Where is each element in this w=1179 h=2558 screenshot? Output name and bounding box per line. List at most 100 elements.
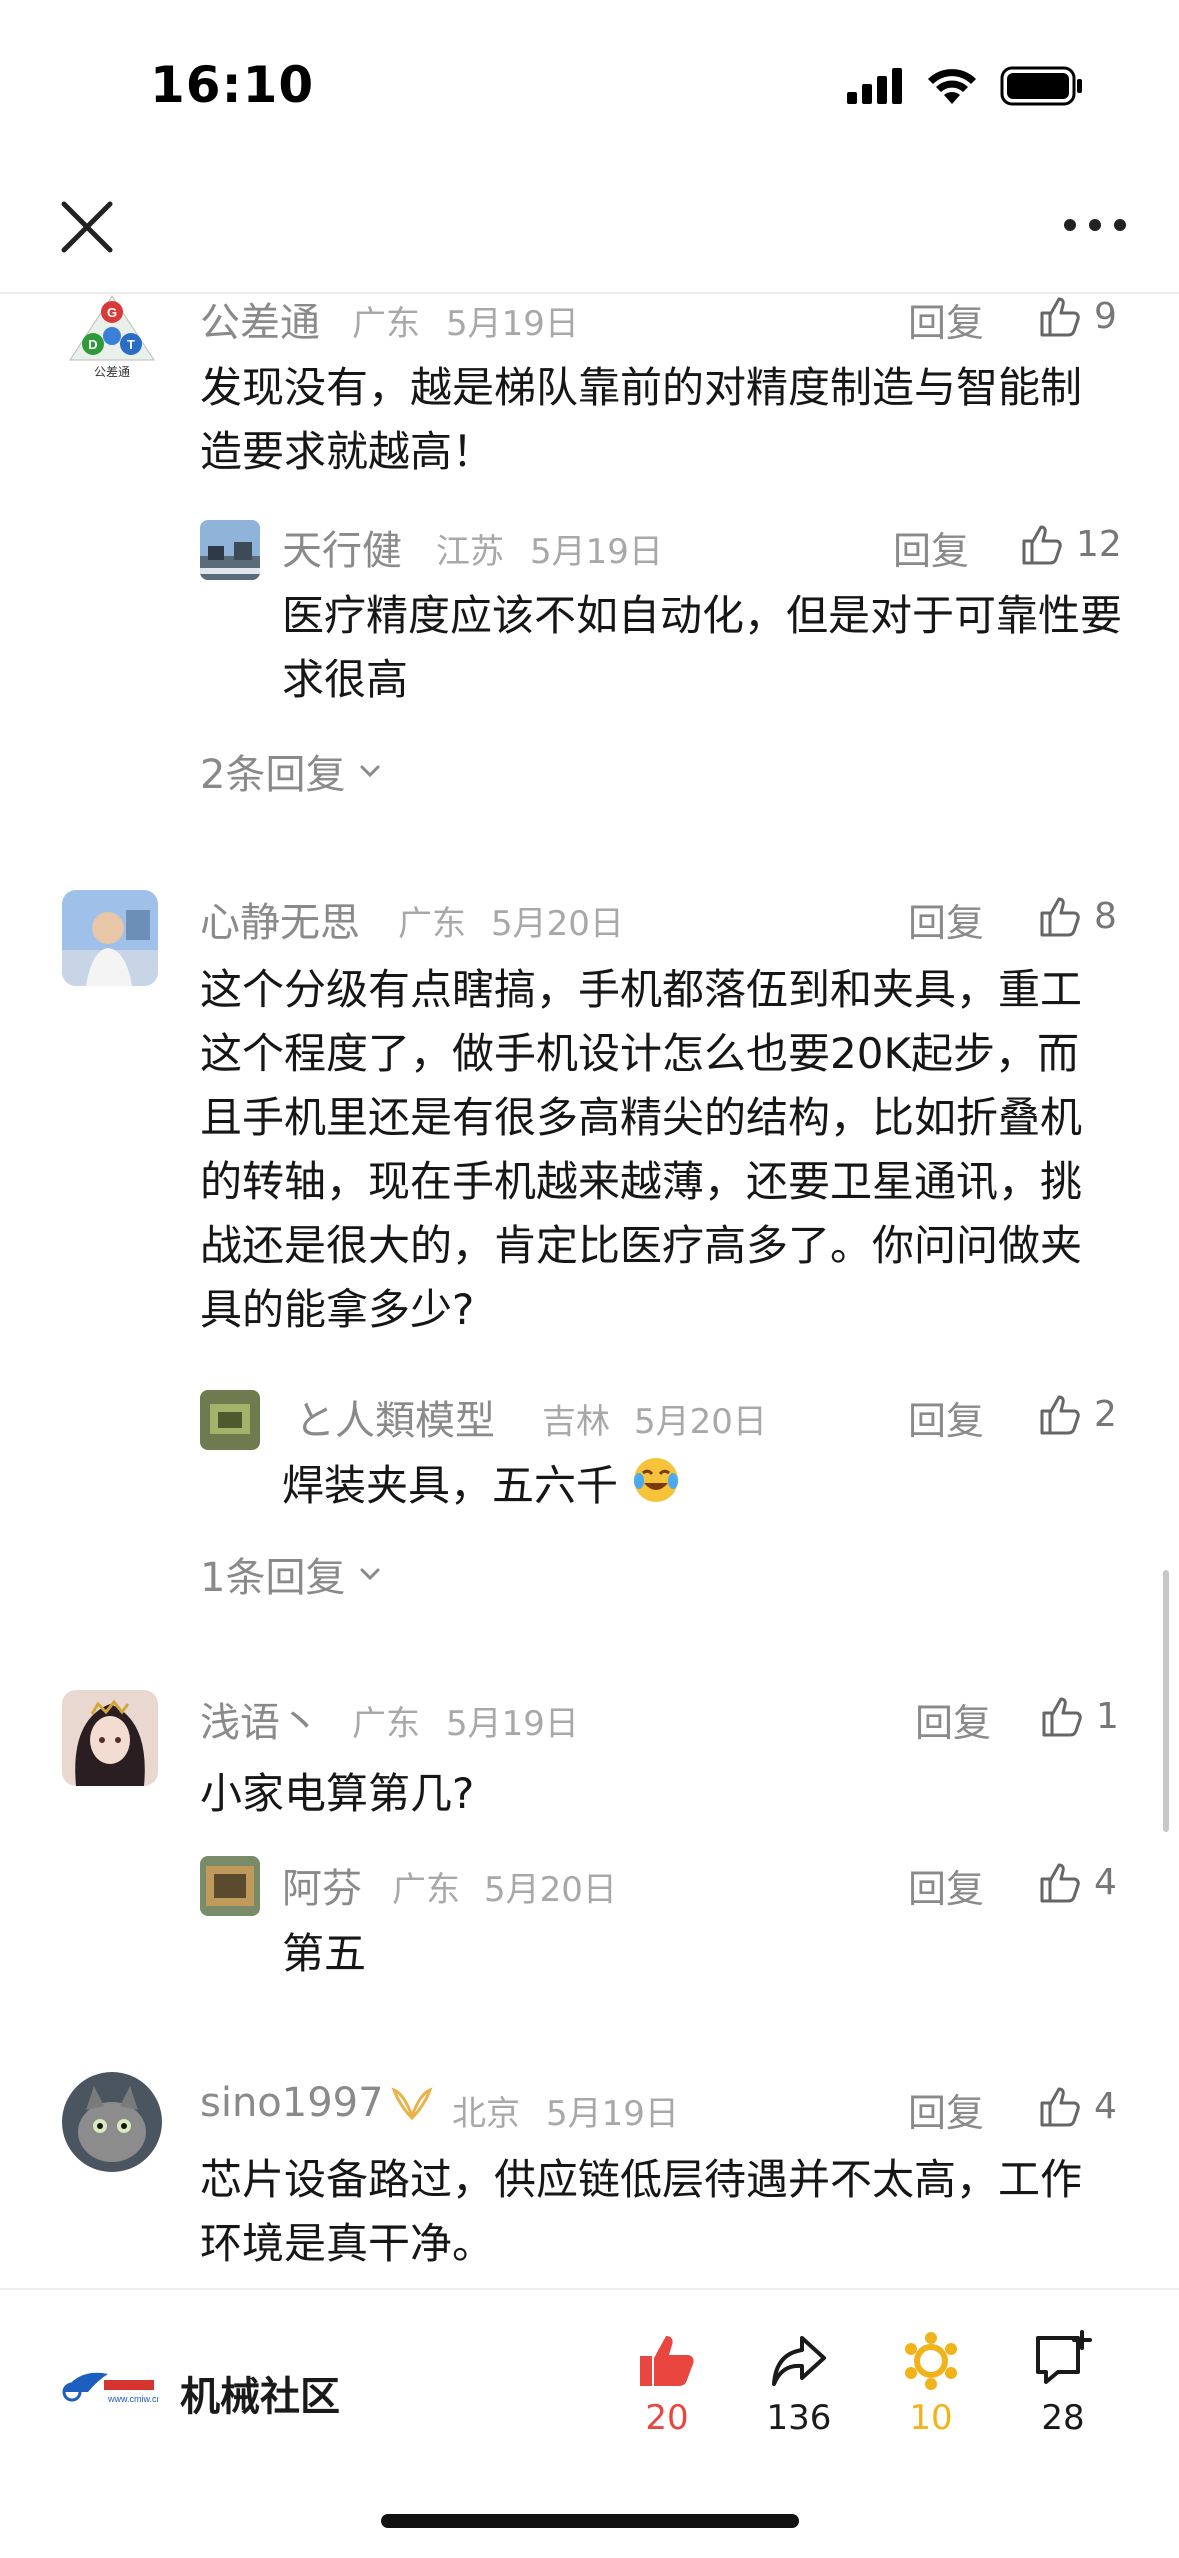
avatar[interactable] [200, 520, 260, 580]
reply-text-content: 焊装夹具，五六千 [282, 1461, 619, 1510]
like-count: 2 [1094, 1393, 1117, 1435]
comment-count: 28 [1041, 2398, 1085, 2438]
thumbs-up-icon [1040, 897, 1080, 937]
share-arrow-icon [772, 2336, 826, 2386]
reply-date: 5月19日 [530, 532, 663, 572]
more-button[interactable] [1060, 205, 1130, 245]
reply-button[interactable]: 回复 [893, 520, 969, 575]
wifi-icon [925, 64, 979, 110]
avatar[interactable] [62, 2072, 162, 2172]
reply-date: 5月20日 [484, 1870, 617, 1910]
battery-icon [1000, 66, 1084, 110]
reply-text: 医疗精度应该不如自动化，但是对于可靠性要求很高 [282, 591, 1123, 704]
comment-region: 广东 [352, 1704, 420, 1744]
expand-replies-button[interactable]: 2条回复 [200, 742, 387, 800]
like-button[interactable]: 8 [1038, 888, 1117, 944]
like-count: 4 [1094, 2085, 1117, 2127]
expand-replies-label: 1条回复 [200, 1555, 346, 1601]
scrollbar[interactable] [1163, 1570, 1169, 1832]
like-count: 4 [1094, 1861, 1117, 1903]
thumbs-up-icon [1042, 1697, 1082, 1737]
reply-username[interactable]: 天行健 [282, 518, 402, 576]
thumbs-up-icon [1040, 1395, 1080, 1435]
comment-username[interactable]: 公差通 [200, 290, 320, 348]
brand-name[interactable]: 机械社区 [180, 2364, 340, 2422]
avatar[interactable] [200, 1390, 260, 1450]
close-icon [61, 201, 113, 253]
reply-button[interactable]: 回复 [908, 892, 984, 947]
comment-region: 北京 [452, 2094, 520, 2134]
like-button[interactable]: 12 [1020, 516, 1122, 572]
svg-text:G: G [107, 305, 117, 320]
vip-badge-icon [390, 2084, 434, 2128]
like-button[interactable]: 2 [1038, 1386, 1117, 1442]
expand-replies-label: 2条回复 [200, 752, 346, 798]
reply-username[interactable]: と人類模型 [295, 1388, 495, 1446]
thumbs-up-filled-icon [640, 2336, 694, 2386]
reply-button[interactable]: 回复 [908, 1390, 984, 1445]
more-horizontal-icon [1064, 219, 1126, 231]
status-time: 16:10 [150, 56, 315, 114]
brand-logo[interactable]: www.cmiw.cn [58, 2362, 162, 2410]
share-action-button[interactable]: 136 [744, 2330, 854, 2438]
like-action-button[interactable]: 20 [612, 2330, 722, 2438]
reply-button[interactable]: 回复 [915, 1692, 991, 1747]
cellular-signal-icon [845, 66, 905, 110]
comment-date: 5月20日 [491, 904, 624, 944]
reply-date: 5月20日 [634, 1402, 767, 1442]
comment-username[interactable]: sino1997 [200, 2080, 384, 2126]
avatar[interactable] [62, 1690, 158, 1786]
chevron-down-icon [360, 765, 380, 778]
reply-text: 第五 [282, 1929, 367, 1978]
comment-username[interactable]: 浅语丶 [200, 1690, 320, 1748]
thumbs-up-icon [1022, 525, 1062, 565]
favorite-action-button[interactable]: 10 [876, 2330, 986, 2438]
like-count: 1 [1096, 1695, 1119, 1737]
like-button[interactable]: 1 [1040, 1688, 1119, 1744]
nav-divider [0, 292, 1179, 294]
comment-username[interactable]: 心静无思 [200, 890, 360, 948]
comment-region: 广东 [352, 304, 420, 344]
svg-text:T: T [127, 337, 135, 352]
favorite-star-icon [905, 2332, 957, 2390]
thumbs-up-icon [1040, 1863, 1080, 1903]
favorite-count: 10 [909, 2398, 953, 2438]
svg-text:D: D [88, 337, 97, 352]
thumbs-up-icon [1040, 297, 1080, 337]
reply-text: 焊装夹具，五六千 [282, 1454, 1122, 1523]
laugh-cry-emoji-icon [631, 1455, 681, 1523]
comment-date: 5月19日 [546, 2094, 679, 2134]
like-count: 20 [645, 2398, 689, 2438]
chevron-down-icon [360, 1568, 380, 1581]
share-count: 136 [766, 2398, 832, 2438]
reply-region: 广东 [392, 1870, 460, 1910]
like-button[interactable]: 4 [1038, 2078, 1117, 2134]
svg-text:公差通: 公差通 [94, 365, 130, 379]
comment-date: 5月19日 [446, 1704, 579, 1744]
avatar[interactable]: G D T 公差通 [62, 290, 162, 380]
comment-date: 5月19日 [446, 304, 579, 344]
like-count: 9 [1094, 295, 1117, 337]
comment-text: 这个分级有点瞎搞，手机都落伍到和夹具，重工这个程度了，做手机设计怎么也要20K起… [200, 965, 1083, 1334]
expand-replies-button[interactable]: 1条回复 [200, 1545, 387, 1603]
reply-button[interactable]: 回复 [908, 292, 984, 347]
comment-region: 广东 [398, 904, 466, 944]
like-button[interactable]: 4 [1038, 1854, 1117, 1910]
thumbs-up-icon [1040, 2087, 1080, 2127]
comment-text: 芯片设备路过，供应链低层待遇并不太高，工作环境是真干净。 [200, 2155, 1083, 2268]
reply-username[interactable]: 阿芬 [282, 1856, 362, 1914]
reply-region: 吉林 [542, 1402, 610, 1442]
reply-region: 江苏 [436, 532, 504, 572]
reply-button[interactable]: 回复 [908, 2082, 984, 2137]
close-button[interactable] [52, 192, 122, 262]
like-count: 8 [1094, 895, 1117, 937]
svg-text:www.cmiw.cn: www.cmiw.cn [107, 2394, 158, 2404]
avatar[interactable] [200, 1856, 260, 1916]
avatar[interactable] [62, 890, 158, 986]
like-button[interactable]: 9 [1038, 288, 1117, 344]
comment-text: 小家电算第几? [200, 1769, 475, 1818]
like-count: 12 [1076, 523, 1122, 565]
comment-action-button[interactable]: 28 [1008, 2330, 1118, 2438]
home-indicator[interactable] [381, 2514, 799, 2528]
reply-button[interactable]: 回复 [908, 1858, 984, 1913]
